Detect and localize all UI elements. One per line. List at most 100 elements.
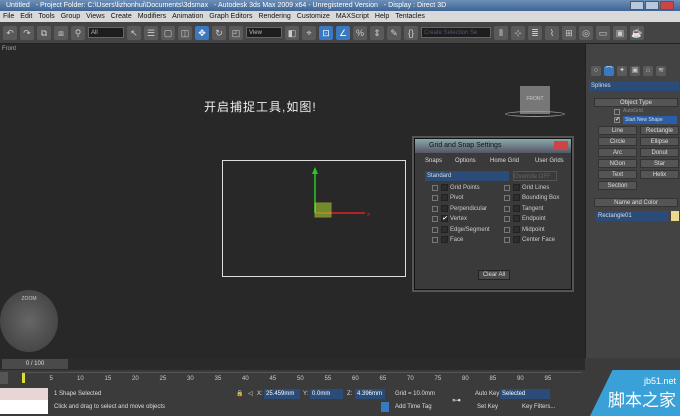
edit-named-selection-icon[interactable]: ✎ [387, 25, 401, 40]
bind-spacewarp-icon[interactable]: ⚲ [71, 25, 85, 40]
snap-perpendicular[interactable]: Perpendicular [432, 205, 487, 214]
key-selection-dropdown[interactable]: Selected [500, 389, 550, 399]
snap-toggle-icon[interactable]: ⊡ [319, 25, 333, 40]
schematic-view-icon[interactable]: ⊞ [562, 25, 576, 40]
time-slider-track[interactable] [0, 358, 585, 370]
menu-maxscript[interactable]: MAXScript [336, 13, 369, 20]
snap-vertex[interactable]: ✔ Vertex [432, 215, 467, 224]
snap-bounding-box[interactable]: Bounding Box [504, 194, 559, 203]
pivot-center-icon[interactable]: ◧ [285, 25, 299, 40]
material-editor-icon[interactable]: ◎ [579, 25, 593, 40]
steering-wheel[interactable]: ZOOM [0, 290, 58, 352]
menu-rendering[interactable]: Rendering [258, 13, 290, 20]
menu-create[interactable]: Create [111, 13, 132, 20]
snap-edge-segment[interactable]: Edge/Segment [432, 226, 490, 235]
viewcube-ring[interactable] [505, 111, 565, 117]
arc-button[interactable]: Arc [598, 148, 637, 157]
line-button[interactable]: Line [598, 126, 637, 135]
select-icon[interactable]: ↖ [127, 25, 141, 40]
donut-button[interactable]: Donut [640, 148, 679, 157]
ref-coord-dropdown[interactable]: View [246, 27, 282, 38]
rect-selection-icon[interactable]: ▢ [161, 25, 175, 40]
snap-tangent[interactable]: Tangent [504, 205, 543, 214]
cameras-icon[interactable]: ▣ [630, 66, 640, 76]
menu-help[interactable]: Help [375, 13, 389, 20]
select-by-name-icon[interactable]: ☰ [144, 25, 158, 40]
snap-endpoint[interactable]: Endpoint [504, 215, 546, 224]
section-button[interactable]: Section [598, 181, 637, 190]
snap-face[interactable]: Face [432, 236, 463, 245]
circle-button[interactable]: Circle [598, 137, 637, 146]
undo-icon[interactable]: ↶ [3, 25, 17, 40]
menu-group[interactable]: Group [61, 13, 80, 20]
tab-home-grid[interactable]: Home Grid [490, 158, 519, 164]
unlink-icon[interactable]: ⧈ [54, 25, 68, 40]
spinner-snap-icon[interactable]: ⇕ [370, 25, 384, 40]
time-slider[interactable]: 0 / 100 [2, 359, 68, 369]
rollout-name-and-color[interactable]: Name and Color [594, 198, 678, 207]
move-icon[interactable]: ✥ [195, 25, 209, 40]
start-new-shape-checkbox[interactable]: ✔ [614, 117, 620, 123]
maxscript-listener[interactable] [0, 388, 48, 400]
menu-modifiers[interactable]: Modifiers [138, 13, 166, 20]
start-new-shape-button[interactable]: Start New Shape [623, 116, 677, 124]
named-sel-icon[interactable]: {} [404, 25, 418, 40]
align-icon[interactable]: ⊹ [511, 25, 525, 40]
scale-icon[interactable]: ◰ [229, 25, 243, 40]
object-name-field[interactable]: Rectangle01 [596, 211, 668, 221]
layer-manager-icon[interactable]: ≣ [528, 25, 542, 40]
rollout-object-type[interactable]: Object Type [594, 98, 678, 107]
override-button[interactable]: Override OFF [513, 171, 557, 181]
key-filters-button[interactable]: Key Filters... [522, 402, 555, 412]
menu-graph-editors[interactable]: Graph Editors [209, 13, 252, 20]
rectangle-button[interactable]: Rectangle [640, 126, 679, 135]
viewcube[interactable]: FRONT [520, 86, 550, 114]
rotate-icon[interactable]: ↻ [212, 25, 226, 40]
set-key-button[interactable]: Set Key [477, 402, 498, 412]
helix-button[interactable]: Helix [640, 170, 679, 179]
key-icon[interactable]: ⊶ [452, 395, 461, 405]
angle-snap-icon[interactable]: ∠ [336, 25, 350, 40]
category-dropdown[interactable]: Splines [589, 81, 679, 91]
menu-edit[interactable]: Edit [20, 13, 32, 20]
auto-key-button[interactable]: Auto Key [475, 389, 499, 399]
ellipse-button[interactable]: Ellipse [640, 137, 679, 146]
time-tag-icon[interactable] [381, 402, 389, 412]
quick-render-icon[interactable]: ☕ [630, 25, 644, 40]
mirror-icon[interactable]: ⫴ [494, 25, 508, 40]
minimize-button[interactable] [630, 1, 644, 10]
tab-snaps[interactable]: Snaps [425, 158, 442, 164]
preset-dropdown[interactable]: Standard [425, 171, 509, 181]
selection-filter-dropdown[interactable]: All [88, 27, 124, 38]
render-frame-icon[interactable]: ▣ [613, 25, 627, 40]
dialog-close-button[interactable] [554, 141, 568, 150]
snap-midpoint[interactable]: Midpoint [504, 226, 545, 235]
snap-center-face[interactable]: Center Face [504, 236, 555, 245]
tab-user-grids[interactable]: User Grids [535, 158, 564, 164]
helpers-icon[interactable]: ⌂ [643, 66, 653, 76]
link-icon[interactable]: ⧉ [37, 25, 51, 40]
vertex-checkbox[interactable]: ✔ [441, 215, 448, 222]
add-time-tag[interactable]: Add Time Tag [395, 402, 432, 412]
menu-animation[interactable]: Animation [172, 13, 203, 20]
manipulate-icon[interactable]: ⌖ [302, 25, 316, 40]
lights-icon[interactable]: ✦ [617, 66, 627, 76]
named-selection-dropdown[interactable]: Create Selection Se [421, 27, 491, 38]
y-coord-field[interactable]: 0.0mm [310, 389, 343, 399]
autogrid-checkbox[interactable] [614, 109, 620, 115]
text-button[interactable]: Text [598, 170, 637, 179]
render-setup-icon[interactable]: ▭ [596, 25, 610, 40]
menu-tentacles[interactable]: Tentacles [395, 13, 425, 20]
menu-customize[interactable]: Customize [297, 13, 330, 20]
maxscript-input[interactable] [0, 400, 48, 414]
menu-file[interactable]: File [3, 13, 14, 20]
absolute-mode-icon[interactable]: ◁ [248, 389, 253, 399]
object-color-swatch[interactable] [671, 211, 679, 221]
star-button[interactable]: Star [640, 159, 679, 168]
redo-icon[interactable]: ↷ [20, 25, 34, 40]
x-coord-field[interactable]: 25.459mm [264, 389, 300, 399]
snap-grid-lines[interactable]: Grid Lines [504, 184, 549, 193]
snap-pivot[interactable]: Pivot [432, 194, 463, 203]
clear-all-button[interactable]: Clear All [478, 270, 510, 280]
shapes-icon[interactable]: ⌒ [604, 66, 614, 76]
